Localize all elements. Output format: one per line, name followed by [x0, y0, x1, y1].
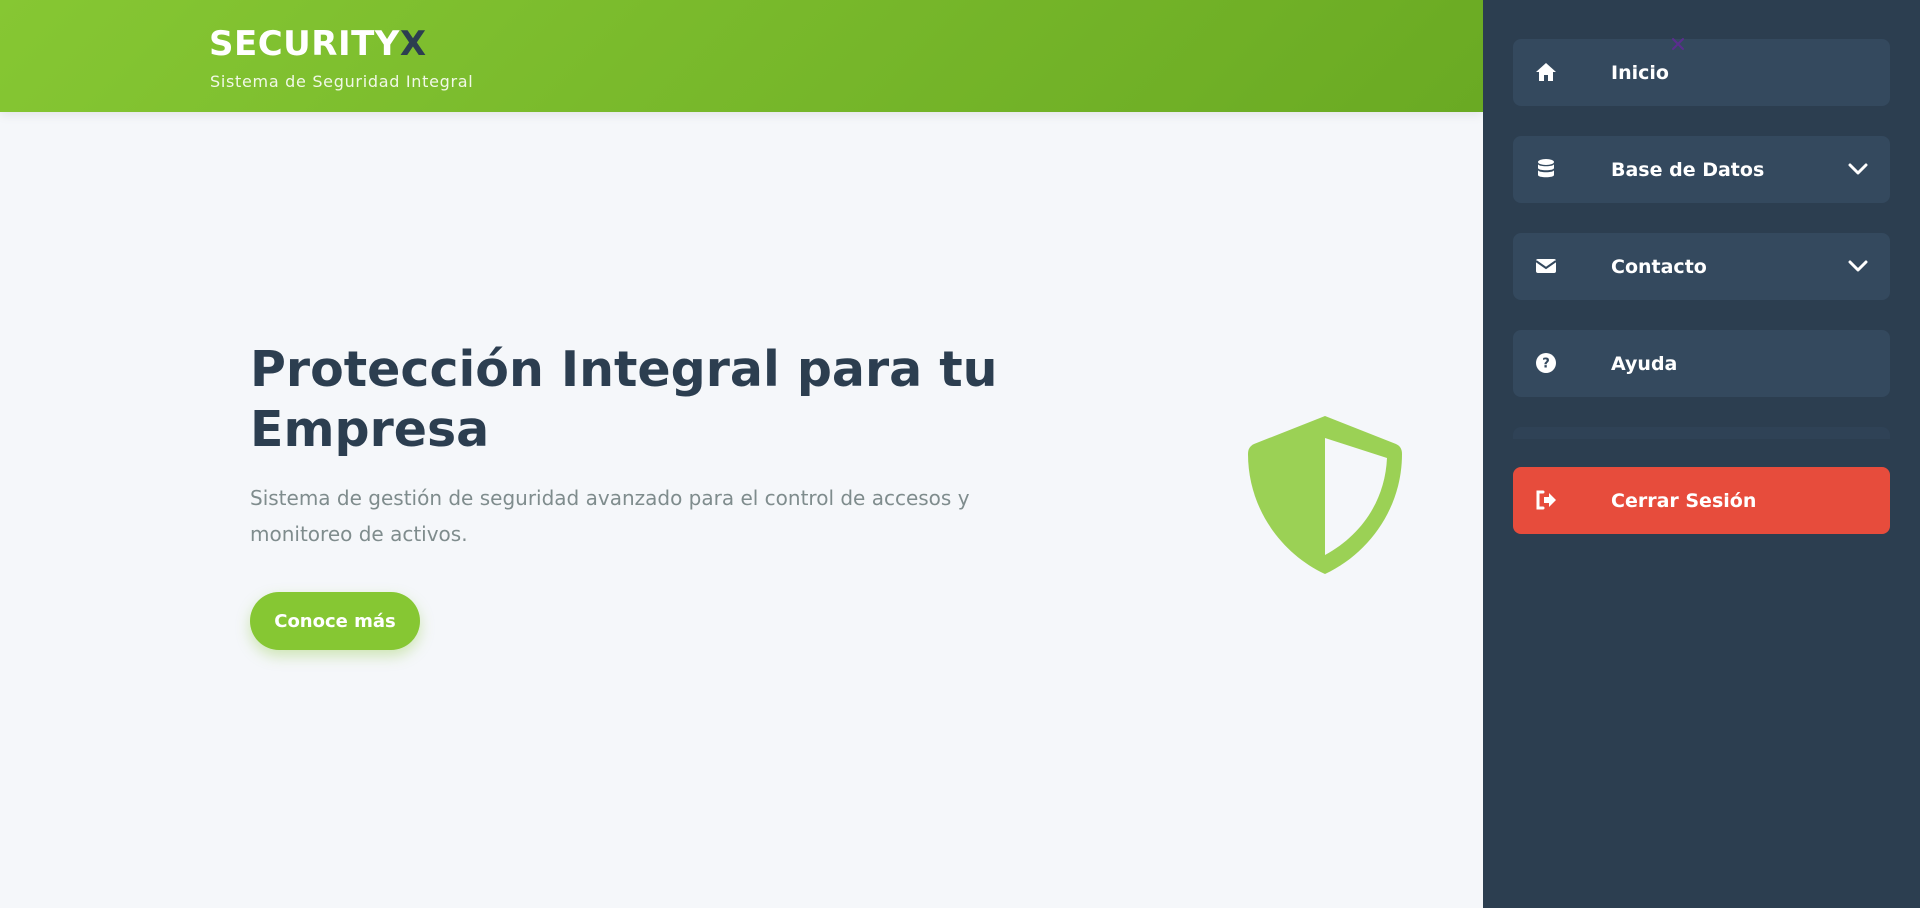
- logout-button[interactable]: Cerrar Sesión: [1513, 467, 1890, 534]
- sidebar: Inicio Base de Datos Contacto ? Ayuda Ce…: [1483, 0, 1920, 908]
- logo-main-text: SECURITY: [209, 24, 400, 64]
- svg-text:?: ?: [1542, 357, 1550, 372]
- sidebar-item-label: Contacto: [1611, 256, 1707, 278]
- sidebar-item-label: Ayuda: [1611, 353, 1678, 375]
- question-circle-icon: ?: [1536, 353, 1556, 373]
- logout-label: Cerrar Sesión: [1611, 490, 1757, 512]
- shield-icon: [1248, 416, 1402, 574]
- sidebar-item-base-de-datos[interactable]: Base de Datos: [1513, 136, 1890, 203]
- home-icon: [1536, 63, 1556, 81]
- logo-accent-text: X: [399, 24, 427, 64]
- chevron-down-icon: [1848, 163, 1868, 175]
- chevron-down-icon: [1848, 260, 1868, 272]
- database-icon: [1538, 159, 1554, 178]
- sidebar-divider: [1513, 427, 1890, 439]
- sidebar-item-inicio[interactable]: Inicio: [1513, 39, 1890, 106]
- hero-description: Sistema de gestión de seguridad avanzado…: [250, 486, 970, 546]
- sidebar-item-label: Base de Datos: [1611, 159, 1765, 181]
- brand-logo[interactable]: SECURITYX: [209, 24, 427, 64]
- close-icon[interactable]: [1670, 36, 1686, 52]
- learn-more-button[interactable]: Conoce más: [250, 592, 420, 650]
- hero-title: Protección Integral para tu Empresa: [250, 341, 998, 458]
- sidebar-item-label: Inicio: [1611, 62, 1669, 84]
- sign-out-icon: [1536, 490, 1556, 510]
- brand-tagline: Sistema de Seguridad Integral: [210, 72, 474, 91]
- top-header: SECURITYX Sistema de Seguridad Integral: [0, 0, 1483, 112]
- sidebar-item-contacto[interactable]: Contacto: [1513, 233, 1890, 300]
- envelope-icon: [1535, 259, 1557, 273]
- sidebar-item-ayuda[interactable]: ? Ayuda: [1513, 330, 1890, 397]
